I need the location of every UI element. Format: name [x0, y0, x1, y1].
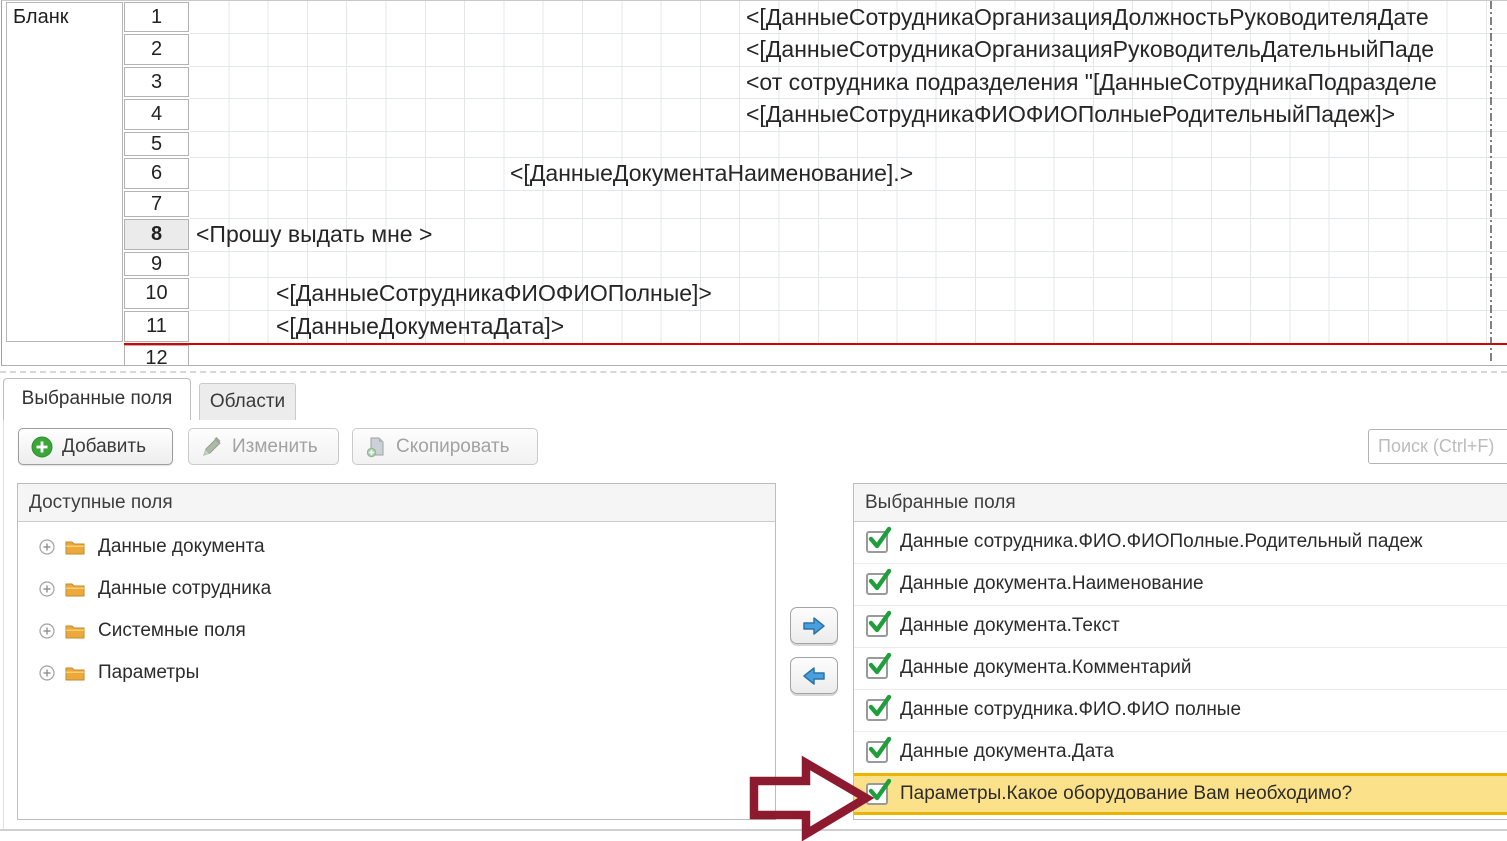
tree-item-employee-data[interactable]: Данные сотрудника — [18, 568, 775, 610]
group-left-border — [3, 380, 4, 829]
pencil-icon — [203, 436, 221, 456]
search-input[interactable] — [1368, 429, 1507, 464]
row-header-1[interactable]: 1 — [124, 2, 189, 32]
edit-button[interactable]: Изменить — [188, 428, 339, 465]
copy-button[interactable]: Скопировать — [352, 428, 538, 465]
tree-item-system-fields[interactable]: Системные поля — [18, 610, 775, 652]
checkbox-checked[interactable] — [866, 652, 892, 679]
row-header-9[interactable]: 9 — [124, 252, 189, 276]
move-right-button[interactable] — [790, 607, 838, 644]
selected-field-label: Данные документа.Дата — [900, 741, 1114, 762]
add-button[interactable]: Добавить — [18, 428, 173, 465]
edit-button-label: Изменить — [232, 435, 318, 457]
row-header-10[interactable]: 10 — [124, 278, 189, 309]
checkbox-checked[interactable] — [866, 694, 892, 721]
row-header-3[interactable]: 3 — [124, 67, 189, 97]
selected-field-label: Параметры.Какое оборудование Вам необход… — [900, 783, 1353, 804]
selected-field-label: Данные сотрудника.ФИО.ФИОПолные.Родитель… — [900, 531, 1423, 552]
template-editor-window: Бланк 1 2 3 4 5 6 7 8 9 10 11 12 <[Данны… — [0, 0, 1507, 841]
red-arrow-annotation — [749, 755, 875, 841]
template-sheet: Бланк 1 2 3 4 5 6 7 8 9 10 11 12 <[Данны… — [1, 0, 1507, 369]
folder-icon — [65, 667, 85, 681]
selected-field-row[interactable]: Данные документа.Комментарий — [854, 647, 1507, 690]
tree-item-label: Данные сотрудника — [98, 578, 272, 599]
cell-text-row-6[interactable]: <[ДанныеДокументаНаименование].> — [510, 157, 1410, 190]
tree-item-label: Параметры — [98, 662, 200, 683]
green-check-icon — [868, 694, 892, 717]
available-fields-panel: Доступные поля Данные документа Данные с… — [17, 483, 776, 820]
folder-icon — [65, 541, 85, 555]
cell-text-row-4[interactable]: <[ДанныеСотрудникаФИОФИОПолныеРодительны… — [746, 98, 1490, 131]
add-button-label: Добавить — [62, 435, 146, 457]
tree-item-parameters[interactable]: Параметры — [18, 652, 775, 694]
folder-icon — [65, 625, 85, 639]
tab-areas[interactable]: Области — [199, 383, 296, 420]
cell-text-row-2[interactable]: <[ДанныеСотрудникаОрганизацияРуководител… — [746, 33, 1490, 66]
row-header-6[interactable]: 6 — [124, 158, 189, 189]
section-separator — [0, 371, 1507, 373]
selected-field-row[interactable]: Данные сотрудника.ФИО.ФИОПолные.Родитель… — [854, 521, 1507, 564]
tab-selected-fields[interactable]: Выбранные поля — [3, 378, 191, 420]
expand-plus-icon[interactable] — [39, 539, 55, 555]
selected-field-label: Данные документа.Текст — [900, 615, 1120, 636]
tree-item-label: Системные поля — [98, 620, 246, 641]
selected-field-label: Данные документа.Наименование — [900, 573, 1204, 594]
cell-text-row-3[interactable]: <от сотрудника подразделения "[ДанныеСот… — [746, 66, 1490, 98]
tree-item-label: Данные документа — [98, 536, 265, 557]
cell-text-row-8[interactable]: <Прошу выдать мне > — [196, 218, 1396, 251]
expand-plus-icon[interactable] — [39, 623, 55, 639]
checkbox-checked[interactable] — [866, 610, 892, 637]
row-header-8-selected[interactable]: 8 — [124, 219, 189, 250]
page-break-line — [1490, 1, 1492, 364]
print-area-red-line — [124, 343, 1507, 345]
selected-fields-header: Выбранные поля — [854, 484, 1507, 522]
blue-arrow-left-icon — [803, 666, 825, 685]
checkbox-checked[interactable] — [866, 568, 892, 595]
available-fields-header: Доступные поля — [18, 484, 775, 522]
folder-icon — [65, 583, 85, 597]
row-header-11[interactable]: 11 — [124, 311, 189, 342]
checkbox-checked[interactable] — [866, 526, 892, 553]
selected-field-row-highlighted[interactable]: Параметры.Какое оборудование Вам необход… — [854, 773, 1507, 815]
selected-field-row[interactable]: Данные документа.Текст — [854, 605, 1507, 648]
selected-field-row[interactable]: Данные сотрудника.ФИО.ФИО полные — [854, 689, 1507, 732]
green-check-icon — [868, 652, 892, 675]
row-header-7[interactable]: 7 — [124, 191, 189, 217]
selected-field-row[interactable]: Данные документа.Наименование — [854, 563, 1507, 606]
copy-button-label: Скопировать — [396, 435, 510, 457]
green-check-icon — [868, 568, 892, 591]
row-header-12[interactable]: 12 — [124, 345, 189, 369]
green-check-icon — [868, 610, 892, 633]
selected-field-label: Данные документа.Комментарий — [900, 657, 1192, 678]
row-header-5[interactable]: 5 — [124, 132, 189, 156]
selected-field-label: Данные сотрудника.ФИО.ФИО полные — [900, 699, 1242, 720]
cell-text-row-11[interactable]: <[ДанныеДокументаДата]> — [276, 310, 1376, 343]
cell-text-row-10[interactable]: <[ДанныеСотрудникаФИОФИОПолные]> — [276, 277, 1376, 310]
expand-plus-icon[interactable] — [39, 665, 55, 681]
expand-plus-icon[interactable] — [39, 581, 55, 597]
green-plus-circle-icon — [31, 436, 53, 457]
selected-field-row[interactable]: Данные документа.Дата — [854, 731, 1507, 774]
green-check-icon — [868, 526, 892, 549]
section-label-blank[interactable]: Бланк — [6, 2, 123, 342]
copy-document-icon — [366, 437, 384, 457]
selected-fields-panel: Выбранные поля Данные сотрудника.ФИО.ФИО… — [853, 483, 1507, 820]
move-left-button[interactable] — [790, 657, 838, 694]
tree-item-document-data[interactable]: Данные документа — [18, 526, 775, 568]
row-header-4[interactable]: 4 — [124, 99, 189, 130]
cell-text-row-1[interactable]: <[ДанныеСотрудникаОрганизацияДолжностьРу… — [746, 1, 1490, 33]
row-header-2[interactable]: 2 — [124, 34, 189, 65]
blue-arrow-right-icon — [803, 616, 825, 635]
